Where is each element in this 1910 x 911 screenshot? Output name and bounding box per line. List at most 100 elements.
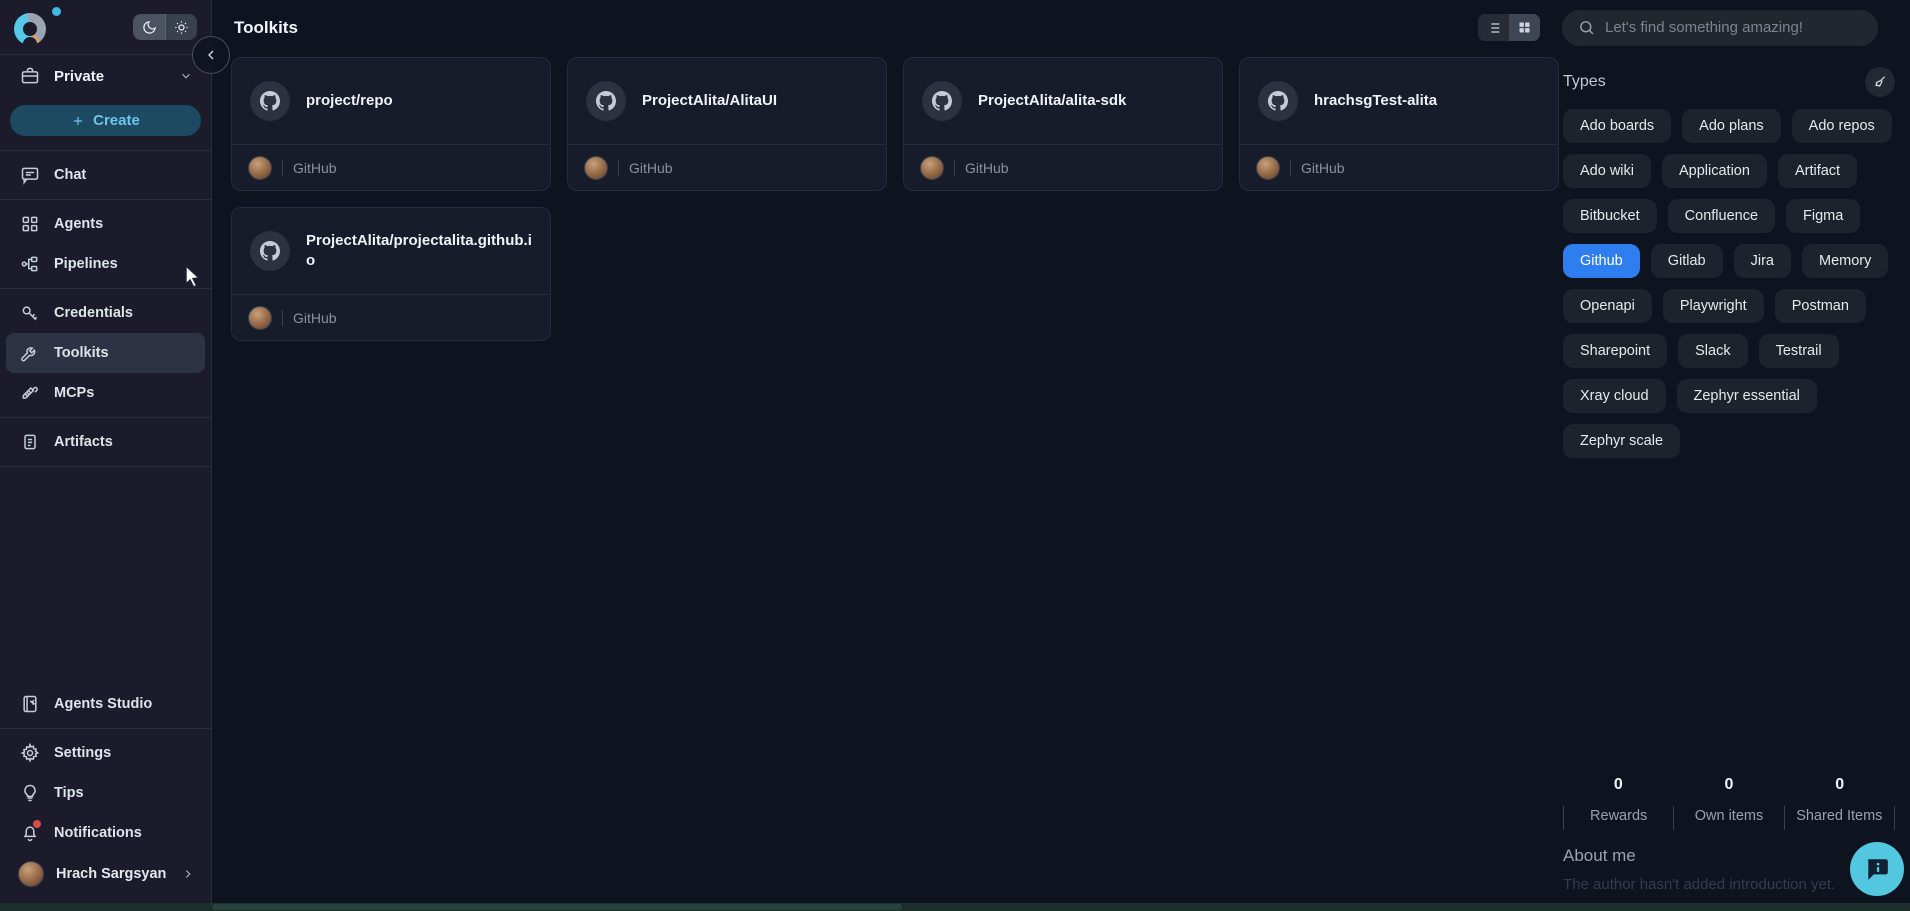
sidebar-item-tips[interactable]: Tips (0, 773, 211, 813)
types-title: Types (1563, 73, 1606, 91)
clear-filters-button[interactable] (1865, 67, 1895, 97)
theme-toggle (133, 14, 197, 40)
pipelines-icon (20, 254, 40, 274)
profile-stats: 0 0 0 (1563, 776, 1895, 804)
sidebar-collapse-button[interactable] (192, 36, 230, 74)
sidebar-item-pipelines[interactable]: Pipelines (0, 244, 211, 284)
card-footer: GitHub (232, 144, 550, 190)
filter-chip-jira[interactable]: Jira (1734, 244, 1791, 278)
book-icon (20, 694, 40, 714)
toolkit-title: project/repo (306, 91, 393, 111)
key-icon (20, 303, 40, 323)
stat-label: Rewards (1563, 806, 1673, 830)
toolkit-card[interactable]: project/repo GitHub (231, 57, 551, 191)
chevron-right-icon (181, 867, 195, 881)
sidebar-item-notifications[interactable]: Notifications (0, 813, 211, 853)
divider (0, 417, 211, 418)
search-bar[interactable] (1562, 10, 1878, 46)
workspace-selector[interactable]: Private (0, 55, 211, 97)
sidebar-item-toolkits[interactable]: Toolkits (6, 333, 205, 373)
list-view-button[interactable] (1478, 14, 1509, 41)
scrollbar-thumb[interactable] (212, 904, 902, 910)
filter-chip-application[interactable]: Application (1662, 154, 1767, 188)
sidebar: Private Create Chat (0, 0, 212, 903)
filter-chip-artifact[interactable]: Artifact (1778, 154, 1857, 188)
grid-view-button[interactable] (1509, 14, 1540, 41)
sidebar-item-agents-studio[interactable]: Agents Studio (0, 684, 211, 724)
card-footer: GitHub (232, 294, 550, 340)
filter-chip-zephyr-essential[interactable]: Zephyr essential (1677, 379, 1817, 413)
filter-chip-playwright[interactable]: Playwright (1663, 289, 1764, 323)
filter-chip-memory[interactable]: Memory (1802, 244, 1888, 278)
user-menu[interactable]: Hrach Sargsyan (0, 853, 211, 895)
card-header: hrachsgTest-alita (1240, 58, 1558, 144)
github-icon (250, 81, 290, 121)
filter-chip-github[interactable]: Github (1563, 244, 1640, 278)
filter-chip-ado-plans[interactable]: Ado plans (1682, 109, 1781, 143)
filter-chip-zephyr-scale[interactable]: Zephyr scale (1563, 424, 1680, 458)
sidebar-item-settings[interactable]: Settings (0, 733, 211, 773)
search-icon (1578, 19, 1595, 36)
toolkit-title: hrachsgTest-alita (1314, 91, 1437, 111)
topbar-right (1478, 10, 1878, 46)
filter-chip-slack[interactable]: Slack (1678, 334, 1747, 368)
sidebar-item-label: Artifacts (54, 434, 113, 450)
sidebar-item-label: Notifications (54, 825, 142, 841)
bell-icon (20, 823, 40, 843)
filter-chip-ado-boards[interactable]: Ado boards (1563, 109, 1671, 143)
divider (0, 466, 211, 467)
card-header: ProjectAlita/alita-sdk (904, 58, 1222, 144)
create-button[interactable]: Create (10, 105, 201, 136)
chevron-down-icon (179, 69, 193, 83)
create-button-label: Create (93, 112, 140, 129)
filter-chip-confluence[interactable]: Confluence (1668, 199, 1775, 233)
sidebar-bottom: Agents Studio Settings Tips N (0, 684, 211, 903)
toolkit-card-grid: project/repo GitHub ProjectAlita/AlitaUI (212, 55, 1563, 903)
toolkit-card[interactable]: ProjectAlita/projectalita.github.io GitH… (231, 207, 551, 341)
app-logo[interactable] (12, 7, 68, 47)
filter-chip-xray-cloud[interactable]: Xray cloud (1563, 379, 1666, 413)
filter-chip-ado-repos[interactable]: Ado repos (1792, 109, 1892, 143)
sidebar-item-artifacts[interactable]: Artifacts (0, 422, 211, 462)
filter-chip-sharepoint[interactable]: Sharepoint (1563, 334, 1667, 368)
sidebar-item-label: Settings (54, 745, 111, 761)
toolkit-title: ProjectAlita/projectalita.github.io (306, 231, 532, 272)
toolkit-card[interactable]: ProjectAlita/AlitaUI GitHub (567, 57, 887, 191)
filter-chip-postman[interactable]: Postman (1775, 289, 1866, 323)
sidebar-item-credentials[interactable]: Credentials (0, 293, 211, 333)
search-input[interactable] (1605, 19, 1862, 36)
sidebar-item-chat[interactable]: Chat (0, 155, 211, 195)
chevron-left-icon (203, 47, 219, 63)
filter-chip-gitlab[interactable]: Gitlab (1651, 244, 1723, 278)
toolkit-card[interactable]: hrachsgTest-alita GitHub (1239, 57, 1559, 191)
filter-chip-openapi[interactable]: Openapi (1563, 289, 1652, 323)
layers-icon (20, 383, 40, 403)
filter-chip-figma[interactable]: Figma (1786, 199, 1860, 233)
filter-panel: Types Ado boards Ado plans Ado repos Ado… (1563, 55, 1910, 903)
sidebar-nav: Chat Agents Pipelines Credentials (0, 155, 211, 471)
github-icon (586, 81, 626, 121)
stat-value: 0 (1563, 776, 1674, 794)
horizontal-scrollbar[interactable] (0, 903, 1910, 911)
types-header: Types (1563, 67, 1895, 97)
toolkit-card[interactable]: ProjectAlita/alita-sdk GitHub (903, 57, 1223, 191)
filter-chip-testrail[interactable]: Testrail (1759, 334, 1839, 368)
divider (0, 150, 211, 151)
gear-icon (20, 743, 40, 763)
card-footer: GitHub (1240, 144, 1558, 190)
card-footer: GitHub (568, 144, 886, 190)
filter-chip-ado-wiki[interactable]: Ado wiki (1563, 154, 1651, 188)
github-icon (1258, 81, 1298, 121)
support-chat-button[interactable] (1850, 842, 1904, 896)
dark-mode-button[interactable] (133, 14, 165, 40)
github-icon (922, 81, 962, 121)
sidebar-item-mcps[interactable]: MCPs (0, 373, 211, 413)
stat-label: Shared Items (1784, 806, 1894, 830)
filter-chip-bitbucket[interactable]: Bitbucket (1563, 199, 1657, 233)
light-mode-button[interactable] (165, 14, 197, 40)
logo-ring-icon (14, 13, 46, 45)
sidebar-item-agents[interactable]: Agents (0, 204, 211, 244)
stat-own-items: 0 (1674, 776, 1785, 804)
sidebar-item-label: Credentials (54, 305, 133, 321)
list-view-icon (1486, 20, 1502, 36)
